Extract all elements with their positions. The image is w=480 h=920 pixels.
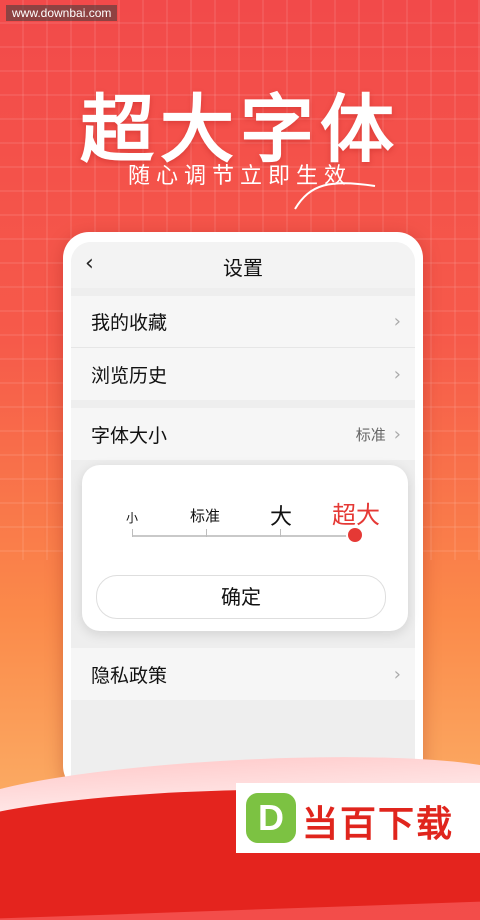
- brand-logo: D 当百下载: [236, 783, 480, 853]
- settings-item-label: 我的收藏: [91, 312, 168, 334]
- font-option-extra-large[interactable]: 超大: [332, 495, 380, 530]
- settings-item-label: 字体大小: [91, 424, 168, 447]
- settings-item-privacy[interactable]: 隐私政策 ›: [71, 648, 415, 700]
- slider-tick: [132, 529, 133, 537]
- logo-mark-icon: D: [246, 793, 296, 843]
- slider-tick: [206, 529, 207, 537]
- settings-group-3: 隐私政策 ›: [71, 648, 415, 700]
- chevron-right-icon: ›: [393, 663, 401, 685]
- font-size-slider-track[interactable]: [132, 535, 356, 537]
- font-option-standard[interactable]: 标准: [190, 505, 220, 526]
- watermark: www.downbai.com: [6, 5, 118, 21]
- chevron-right-icon: ›: [393, 363, 401, 385]
- settings-item-font-size[interactable]: 字体大小 标准 ›: [71, 408, 415, 460]
- logo-mark-letter: D: [258, 797, 284, 838]
- top-bar: ‹ 设置: [71, 242, 415, 288]
- page-title: 设置: [223, 256, 263, 280]
- font-option-small[interactable]: 小: [126, 509, 138, 526]
- settings-item-label: 隐私政策: [91, 664, 168, 687]
- chevron-right-icon: ›: [393, 423, 401, 445]
- font-size-modal: 小 标准 大 超大 确定: [82, 465, 408, 631]
- font-option-large[interactable]: 大: [270, 499, 292, 531]
- chevron-right-icon: ›: [393, 311, 401, 332]
- settings-group-1: 我的收藏 › 浏览历史 ›: [71, 296, 415, 400]
- logo-text: 当百下载: [302, 804, 455, 845]
- slider-tick: [280, 529, 281, 537]
- settings-item-history[interactable]: 浏览历史 ›: [71, 348, 415, 400]
- swoosh-decoration: [294, 182, 376, 210]
- font-size-value: 标准: [355, 425, 386, 444]
- settings-item-favorites[interactable]: 我的收藏 ›: [71, 296, 415, 348]
- hero-subtitle: 随心调节立即生效: [127, 164, 352, 189]
- settings-item-label: 浏览历史: [91, 364, 168, 387]
- settings-group-2: 字体大小 标准 ›: [71, 408, 415, 460]
- font-size-slider-knob[interactable]: [348, 528, 362, 542]
- confirm-button[interactable]: 确定: [96, 575, 386, 619]
